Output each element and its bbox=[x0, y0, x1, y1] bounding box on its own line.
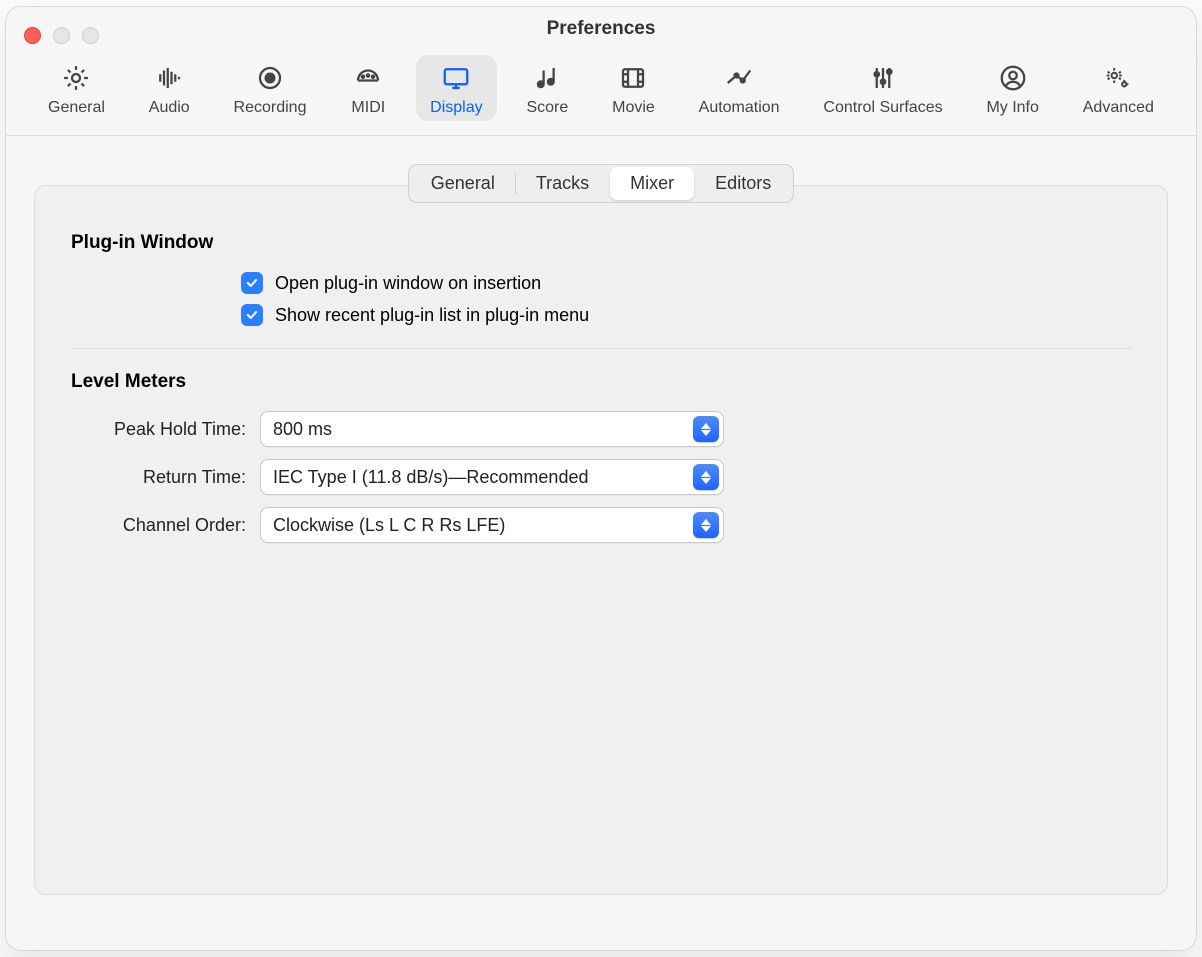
tab-audio[interactable]: Audio bbox=[135, 55, 204, 121]
settings-panel: Plug-in Window Open plug-in window on in… bbox=[34, 185, 1168, 895]
select-return-time[interactable]: IEC Type I (11.8 dB/s)—Recommended bbox=[260, 459, 724, 495]
window-title: Preferences bbox=[547, 18, 656, 40]
tab-midi[interactable]: MIDI bbox=[336, 55, 400, 121]
content: Plug-in Window Open plug-in window on in… bbox=[6, 185, 1196, 923]
stepper-icon bbox=[693, 464, 719, 490]
row-show-recent: Show recent plug-in list in plug-in menu bbox=[241, 304, 1131, 326]
gear-icon bbox=[58, 63, 94, 93]
record-icon bbox=[252, 63, 288, 93]
tab-movie[interactable]: Movie bbox=[598, 55, 669, 121]
label-peak-hold: Peak Hold Time: bbox=[71, 419, 246, 440]
tab-score-label: Score bbox=[526, 99, 568, 117]
person-circle-icon bbox=[995, 63, 1031, 93]
tab-display[interactable]: Display bbox=[416, 55, 496, 121]
preferences-window: Preferences General Audio Recording MI bbox=[5, 6, 1197, 951]
tab-automation[interactable]: Automation bbox=[685, 55, 794, 121]
section-plugin-window-title: Plug-in Window bbox=[71, 232, 1131, 254]
filmstrip-icon bbox=[615, 63, 651, 93]
select-return-time-value: IEC Type I (11.8 dB/s)—Recommended bbox=[273, 467, 588, 488]
label-open-on-insert: Open plug-in window on insertion bbox=[275, 273, 541, 294]
subtab-tracks[interactable]: Tracks bbox=[516, 167, 609, 200]
select-peak-hold[interactable]: 800 ms bbox=[260, 411, 724, 447]
traffic-lights bbox=[24, 27, 99, 44]
subtab-general[interactable]: General bbox=[411, 167, 515, 200]
minimize-window-button[interactable] bbox=[53, 27, 70, 44]
automation-curve-icon bbox=[721, 63, 757, 93]
tab-audio-label: Audio bbox=[149, 99, 190, 117]
tab-display-label: Display bbox=[430, 99, 482, 117]
checkbox-show-recent[interactable] bbox=[241, 304, 263, 326]
tab-control-surfaces[interactable]: Control Surfaces bbox=[809, 55, 956, 121]
waveform-icon bbox=[151, 63, 187, 93]
tab-recording[interactable]: Recording bbox=[220, 55, 321, 121]
tab-general-label: General bbox=[48, 99, 105, 117]
subtab-editors[interactable]: Editors bbox=[695, 167, 791, 200]
subtab-segmented: General Tracks Mixer Editors bbox=[408, 164, 794, 203]
section-level-meters-title: Level Meters bbox=[71, 371, 1131, 393]
maximize-window-button[interactable] bbox=[82, 27, 99, 44]
section-divider bbox=[71, 348, 1131, 349]
checkbox-open-on-insert[interactable] bbox=[241, 272, 263, 294]
tab-control-surfaces-label: Control Surfaces bbox=[823, 99, 942, 117]
row-peak-hold: Peak Hold Time: 800 ms bbox=[71, 411, 1131, 447]
tab-recording-label: Recording bbox=[234, 99, 307, 117]
tab-my-info[interactable]: My Info bbox=[972, 55, 1052, 121]
notes-icon bbox=[529, 63, 565, 93]
midi-port-icon bbox=[350, 63, 386, 93]
tab-score[interactable]: Score bbox=[512, 55, 582, 121]
faders-icon bbox=[865, 63, 901, 93]
row-return-time: Return Time: IEC Type I (11.8 dB/s)—Reco… bbox=[71, 459, 1131, 495]
label-return-time: Return Time: bbox=[71, 467, 246, 488]
close-window-button[interactable] bbox=[24, 27, 41, 44]
gears-icon bbox=[1100, 63, 1136, 93]
row-channel-order: Channel Order: Clockwise (Ls L C R Rs LF… bbox=[71, 507, 1131, 543]
stepper-icon bbox=[693, 416, 719, 442]
select-channel-order-value: Clockwise (Ls L C R Rs LFE) bbox=[273, 515, 505, 536]
select-peak-hold-value: 800 ms bbox=[273, 419, 332, 440]
stepper-icon bbox=[693, 512, 719, 538]
label-channel-order: Channel Order: bbox=[71, 515, 246, 536]
label-show-recent: Show recent plug-in list in plug-in menu bbox=[275, 305, 589, 326]
tab-automation-label: Automation bbox=[699, 99, 780, 117]
select-channel-order[interactable]: Clockwise (Ls L C R Rs LFE) bbox=[260, 507, 724, 543]
subtab-mixer[interactable]: Mixer bbox=[610, 167, 694, 200]
tab-movie-label: Movie bbox=[612, 99, 655, 117]
toolbar: General Audio Recording MIDI Display bbox=[6, 51, 1196, 136]
tab-midi-label: MIDI bbox=[351, 99, 385, 117]
display-icon bbox=[438, 63, 474, 93]
tab-general[interactable]: General bbox=[34, 55, 119, 121]
row-open-on-insert: Open plug-in window on insertion bbox=[241, 272, 1131, 294]
tab-advanced-label: Advanced bbox=[1083, 99, 1154, 117]
titlebar: Preferences bbox=[6, 7, 1196, 51]
tab-advanced[interactable]: Advanced bbox=[1069, 55, 1168, 121]
tab-my-info-label: My Info bbox=[986, 99, 1038, 117]
